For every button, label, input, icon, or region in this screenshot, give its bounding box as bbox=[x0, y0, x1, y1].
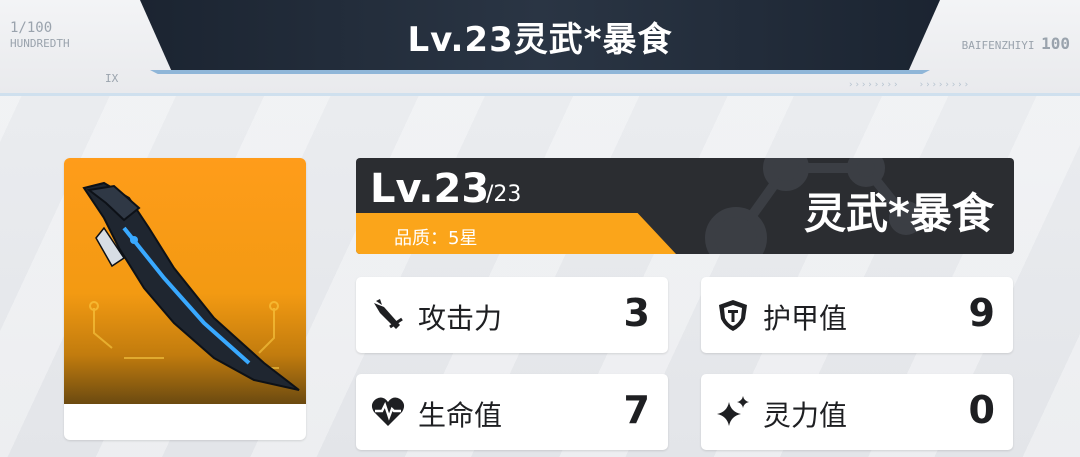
stat-card-health: 生命值 7 bbox=[356, 374, 668, 450]
stat-value-spirit: 0 bbox=[968, 388, 995, 432]
sword-attack-icon bbox=[374, 299, 403, 329]
weapon-info-header: Lv.23 /23 品质：5星 灵武*暴食 bbox=[356, 158, 1014, 254]
right-deco-word: BAIFENZHIYI bbox=[961, 39, 1035, 52]
quality-label: 品质：5星 bbox=[394, 228, 478, 249]
heart-pulse-icon bbox=[371, 397, 405, 426]
stat-label-spirit: 灵力值 bbox=[763, 399, 848, 432]
stat-label-armor: 护甲值 bbox=[763, 302, 848, 335]
weapon-level: Lv.23 bbox=[370, 166, 490, 212]
shield-icon bbox=[719, 300, 747, 331]
weapon-card[interactable] bbox=[64, 158, 306, 440]
stat-card-attack: 攻击力 3 bbox=[356, 277, 668, 353]
stat-value-health: 7 bbox=[623, 388, 650, 432]
left-deco-word: HUNDREDTH bbox=[10, 36, 70, 50]
stat-value-attack: 3 bbox=[623, 291, 650, 335]
weapon-level-max: /23 bbox=[486, 182, 522, 207]
weapon-name: 灵武*暴食 bbox=[804, 189, 994, 238]
sparkle-icon bbox=[717, 396, 749, 426]
stat-label-attack: 攻击力 bbox=[418, 302, 503, 335]
stat-label-health: 生命值 bbox=[418, 399, 503, 432]
weapon-image bbox=[64, 158, 306, 404]
arrows-decoration: ›››››››› ›››››››› bbox=[848, 80, 970, 90]
top-header-frame: Lv.23灵武*暴食 1/100 HUNDREDTH IX BAIFENZHIY… bbox=[0, 0, 1080, 100]
left-deco-numeral: IX bbox=[105, 71, 119, 85]
right-deco-number: 100 bbox=[1041, 34, 1070, 53]
page-title: Lv.23灵武*暴食 bbox=[407, 20, 673, 60]
left-decoration: 1/100 HUNDREDTH IX bbox=[10, 20, 118, 85]
title-banner-edge bbox=[150, 70, 930, 74]
blade-icon bbox=[82, 181, 300, 391]
stat-card-spirit: 灵力值 0 bbox=[701, 374, 1013, 450]
right-decoration: BAIFENZHIYI 100 bbox=[962, 34, 1070, 55]
left-deco-fraction: 1/100 bbox=[10, 20, 53, 36]
stat-value-armor: 9 bbox=[968, 291, 995, 335]
stat-card-armor: 护甲值 9 bbox=[701, 277, 1013, 353]
